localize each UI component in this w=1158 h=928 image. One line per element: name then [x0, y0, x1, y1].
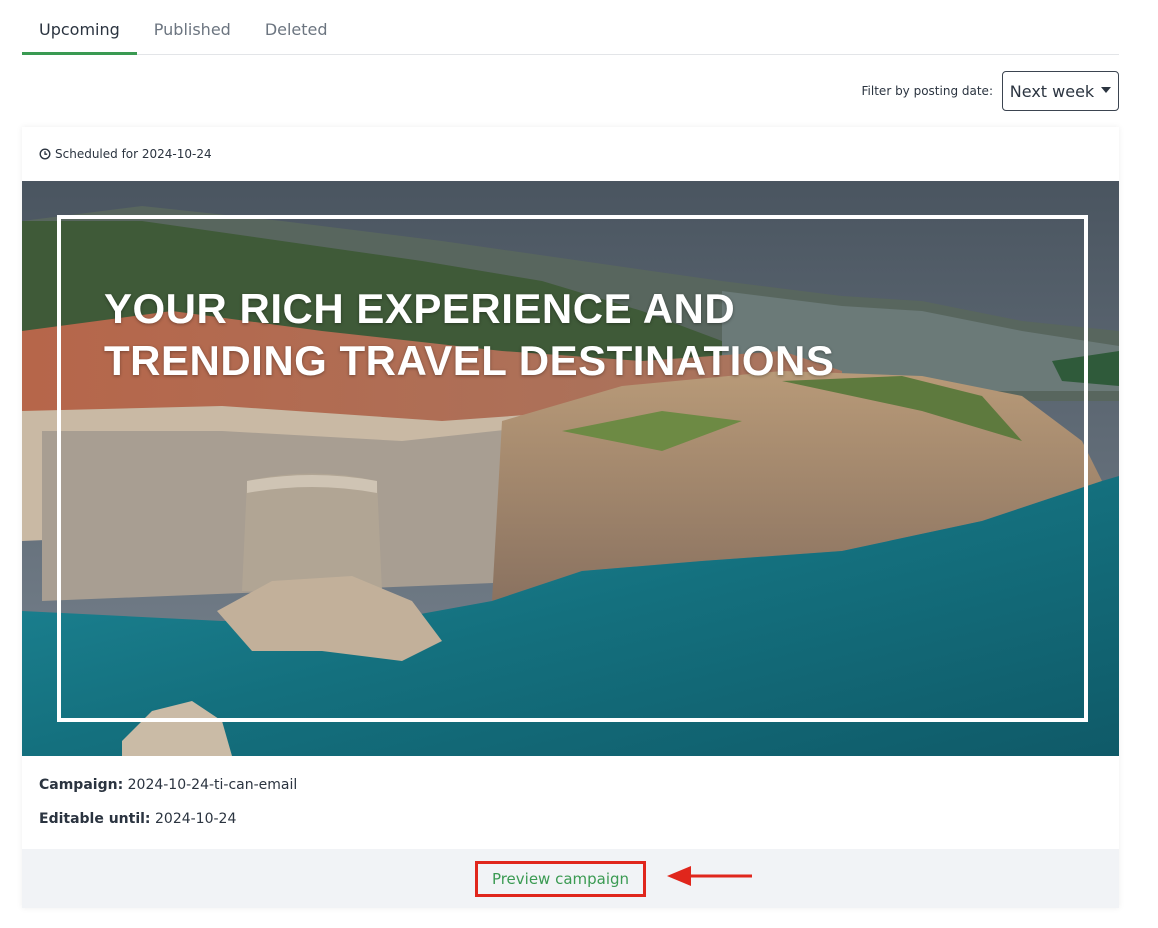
campaign-value: 2024-10-24-ti-can-email [127, 777, 298, 793]
posting-date-filter: Filter by posting date: Next week [862, 71, 1119, 111]
filter-label: Filter by posting date: [861, 84, 993, 98]
editable-until-value: 2024-10-24 [155, 811, 237, 827]
caret-down-icon [1101, 87, 1112, 93]
card-footer: Preview campaign [22, 849, 1119, 908]
tab-upcoming[interactable]: Upcoming [22, 17, 137, 55]
hero-headline-line-2: TRENDING TRAVEL DESTINATIONS [104, 337, 835, 384]
campaign-card: Scheduled for 2024-10-24 YOUR RICH EXPER… [22, 127, 1119, 908]
tab-published[interactable]: Published [137, 16, 248, 54]
editable-until-row: Editable until: 2024-10-24 [39, 810, 1102, 844]
campaigns-page: Upcoming Published Deleted Filter by pos… [0, 0, 1158, 928]
campaign-hero-image: YOUR RICH EXPERIENCE AND TRENDING TRAVEL… [22, 181, 1119, 756]
posting-date-dropdown[interactable]: Next week [1002, 71, 1119, 111]
campaign-details: Campaign: 2024-10-24-ti-can-email Editab… [22, 756, 1119, 844]
scheduled-date: Scheduled for 2024-10-24 [55, 147, 212, 161]
campaign-label: Campaign: [39, 777, 124, 793]
arrow-left-icon [667, 866, 752, 886]
preview-campaign-link[interactable]: Preview campaign [474, 860, 647, 897]
card-header: Scheduled for 2024-10-24 [22, 127, 1119, 181]
hero-headline-line-1: YOUR RICH EXPERIENCE AND [104, 285, 736, 332]
tab-bar: Upcoming Published Deleted [22, 0, 1119, 55]
dropdown-selected-value: Next week [1009, 81, 1095, 101]
editable-until-label: Editable until: [39, 811, 151, 827]
clock-icon [39, 148, 51, 160]
tab-deleted[interactable]: Deleted [248, 16, 345, 54]
hero-headline: YOUR RICH EXPERIENCE AND TRENDING TRAVEL… [104, 283, 834, 387]
campaign-row: Campaign: 2024-10-24-ti-can-email [39, 776, 1102, 810]
